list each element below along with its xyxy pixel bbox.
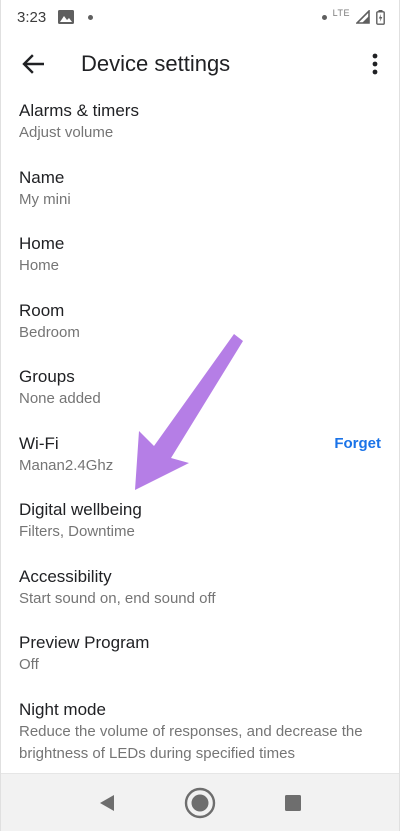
setting-subtitle: Manan2.4Ghz xyxy=(19,456,114,474)
more-options-button[interactable] xyxy=(351,36,399,92)
setting-room[interactable]: Room Bedroom xyxy=(1,292,399,359)
setting-wifi[interactable]: Wi-Fi Manan2.4Ghz Forget xyxy=(1,425,399,492)
setting-title: Wi-Fi xyxy=(19,433,59,453)
setting-title: Alarms & timers xyxy=(19,101,139,120)
setting-title: Digital wellbeing xyxy=(19,500,142,519)
setting-title: Night mode xyxy=(19,699,106,719)
setting-title: Preview Program xyxy=(19,633,150,652)
setting-subtitle: Home xyxy=(19,257,60,274)
home-circle-icon xyxy=(184,787,216,818)
system-nav-bar xyxy=(1,773,399,831)
notification-icons xyxy=(58,10,94,24)
setting-preview-program[interactable]: Preview Program Off xyxy=(1,624,399,691)
status-dot-icon xyxy=(321,14,327,20)
notification-dot-icon xyxy=(88,14,94,20)
setting-digital-wellbeing[interactable]: Digital wellbeing Filters, Downtime xyxy=(1,491,399,558)
status-right: LTE xyxy=(321,8,385,25)
setting-subtitle: Bedroom xyxy=(19,323,80,341)
setting-subtitle: Filters, Downtime xyxy=(19,523,135,540)
square-recents-icon xyxy=(284,794,301,811)
setting-subtitle: Off xyxy=(19,656,39,673)
setting-title: Room xyxy=(19,300,65,320)
setting-night-mode[interactable]: Night mode Reduce the volume of response… xyxy=(1,691,399,780)
network-type: LTE xyxy=(332,8,350,18)
forget-wifi-button[interactable]: Forget xyxy=(334,435,381,452)
signal-icon xyxy=(356,10,370,24)
setting-name[interactable]: Name My mini xyxy=(1,159,399,226)
battery-icon xyxy=(376,9,385,25)
app-bar: Device settings xyxy=(1,36,399,92)
screen: 3:23 LTE Device settings Alarms & timers… xyxy=(0,0,400,831)
setting-alarms-timers[interactable]: Alarms & timers Adjust volume xyxy=(1,92,399,159)
setting-title: Accessibility xyxy=(19,566,112,586)
nav-home-button[interactable] xyxy=(176,779,224,827)
status-time: 3:23 xyxy=(17,8,47,26)
setting-title: Home xyxy=(19,234,65,253)
nav-recents-button[interactable] xyxy=(269,779,317,827)
page-title: Device settings xyxy=(81,51,231,76)
setting-subtitle: Reduce the volume of responses, and decr… xyxy=(19,722,363,762)
nav-back-button[interactable] xyxy=(83,779,131,827)
setting-groups[interactable]: Groups None added xyxy=(1,358,399,425)
image-notification-icon xyxy=(58,10,75,24)
status-bar: 3:23 LTE xyxy=(1,0,399,34)
setting-subtitle: My mini xyxy=(19,190,71,208)
settings-list: Alarms & timers Adjust volume Name My mi… xyxy=(1,92,399,779)
setting-subtitle: Start sound on, end sound off xyxy=(19,589,216,607)
setting-subtitle: None added xyxy=(19,390,101,407)
triangle-back-icon xyxy=(100,794,115,811)
arrow-back-icon xyxy=(22,54,44,74)
setting-title: Name xyxy=(19,167,65,187)
more-vert-icon xyxy=(372,53,378,75)
back-button[interactable] xyxy=(5,36,61,92)
setting-title: Groups xyxy=(19,367,75,386)
setting-subtitle: Adjust volume xyxy=(19,124,114,141)
setting-accessibility[interactable]: Accessibility Start sound on, end sound … xyxy=(1,558,399,625)
setting-home[interactable]: Home Home xyxy=(1,225,399,292)
